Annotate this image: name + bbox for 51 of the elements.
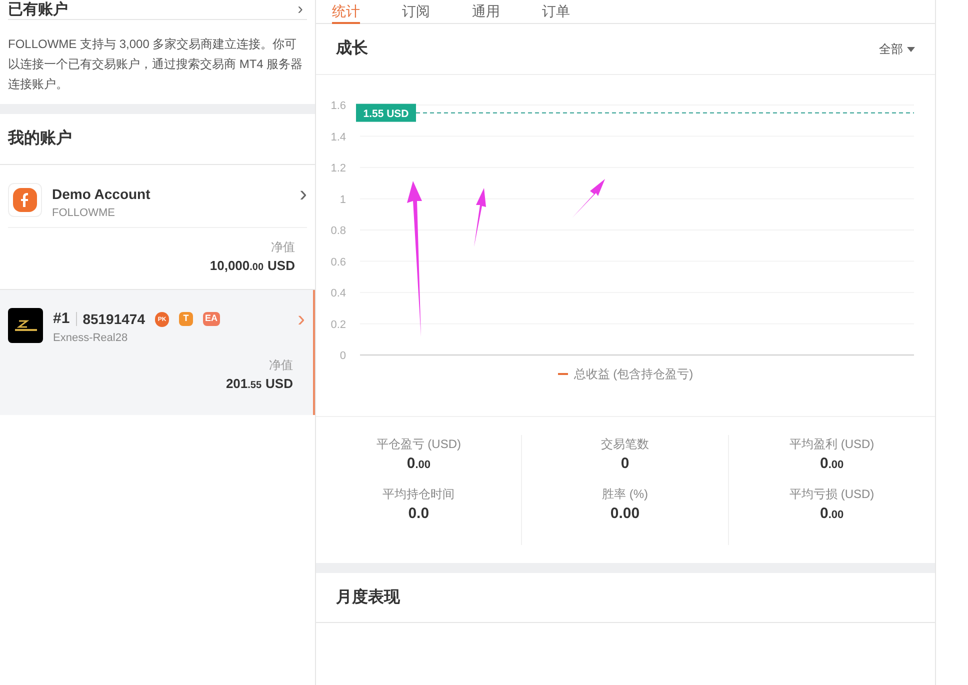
section-title: 已有账户 <box>8 2 68 17</box>
stat-label: 交易笔数 <box>600 436 649 453</box>
axis-tick-label: 1 <box>340 194 346 206</box>
info-text: FOLLOWME 支持与 3,000 多家交易商建立连接。你可以连接一个已有交易账户，通过搜索交易商 MT4 服务器连接账户。 <box>7 36 304 93</box>
section-title: 月度表现 <box>336 587 400 608</box>
ref-line-label: 1.55 USD <box>363 108 410 120</box>
value-tag: 1.55 USD <box>356 104 416 122</box>
range-dropdown[interactable]: 全部 <box>879 40 915 58</box>
section-title: 成长 <box>336 38 368 59</box>
stat-label: 平均盈利 (USD) <box>789 436 874 453</box>
stat-value: 0.0 <box>408 504 430 524</box>
tab[interactable]: 统计 <box>332 0 360 24</box>
stat-value: 0 <box>620 454 630 474</box>
logo-icon <box>8 308 43 343</box>
chevron-icon[interactable]: › <box>300 183 307 205</box>
axis-tick-label: 0.2 <box>330 318 346 331</box>
logo-icon <box>8 183 42 217</box>
axis-tick-label: 0.4 <box>330 288 346 300</box>
stat-value: 0.00 <box>406 454 430 474</box>
chevron-icon[interactable]: › <box>298 2 303 18</box>
equity-label: 净值 <box>269 357 293 374</box>
stat-value: 0.00 <box>610 504 640 524</box>
tab[interactable]: 通用 <box>472 0 500 24</box>
caret-icon <box>907 46 915 52</box>
broker-name: FOLLOWME <box>52 206 116 221</box>
legend-label: 总收益 (包含持仓盈亏) <box>574 366 694 383</box>
broker-name: Exness-Real28 <box>53 331 129 346</box>
tag-badge: EA <box>202 312 220 326</box>
axis-tick-label: 0.8 <box>330 225 346 237</box>
stat-value: 0.00 <box>820 504 844 524</box>
stat-value: 0.00 <box>820 454 844 474</box>
rank-text: #1 <box>53 308 70 329</box>
axis-tick-label: 0.6 <box>330 256 346 268</box>
tab[interactable]: 订单 <box>542 0 570 24</box>
axis-tick-label: 0 <box>340 350 346 362</box>
account-name: Demo Account <box>52 184 150 204</box>
tab[interactable]: 订阅 <box>402 0 430 24</box>
stat-label: 平仓盈亏 (USD) <box>376 436 461 453</box>
tag-badge: T <box>178 312 193 326</box>
annotation-arrow <box>474 188 486 247</box>
account-name: 85191474 <box>82 310 145 328</box>
section-title: 我的账户 <box>8 128 72 149</box>
stat-label: 胜率 (%) <box>602 486 648 502</box>
axis-tick-label: 1.6 <box>330 100 346 112</box>
axis-tick-label: 1.4 <box>330 131 346 144</box>
axis-tick-label: 1.2 <box>330 162 346 174</box>
stat-label: 平均持仓时间 <box>382 486 455 502</box>
equity-label: 净值 <box>271 239 295 256</box>
stat-label: 平均亏损 (USD) <box>789 486 874 502</box>
equity-value: 10,000.00 USD <box>210 257 295 275</box>
equity-value: 201.55 USD <box>226 375 293 393</box>
